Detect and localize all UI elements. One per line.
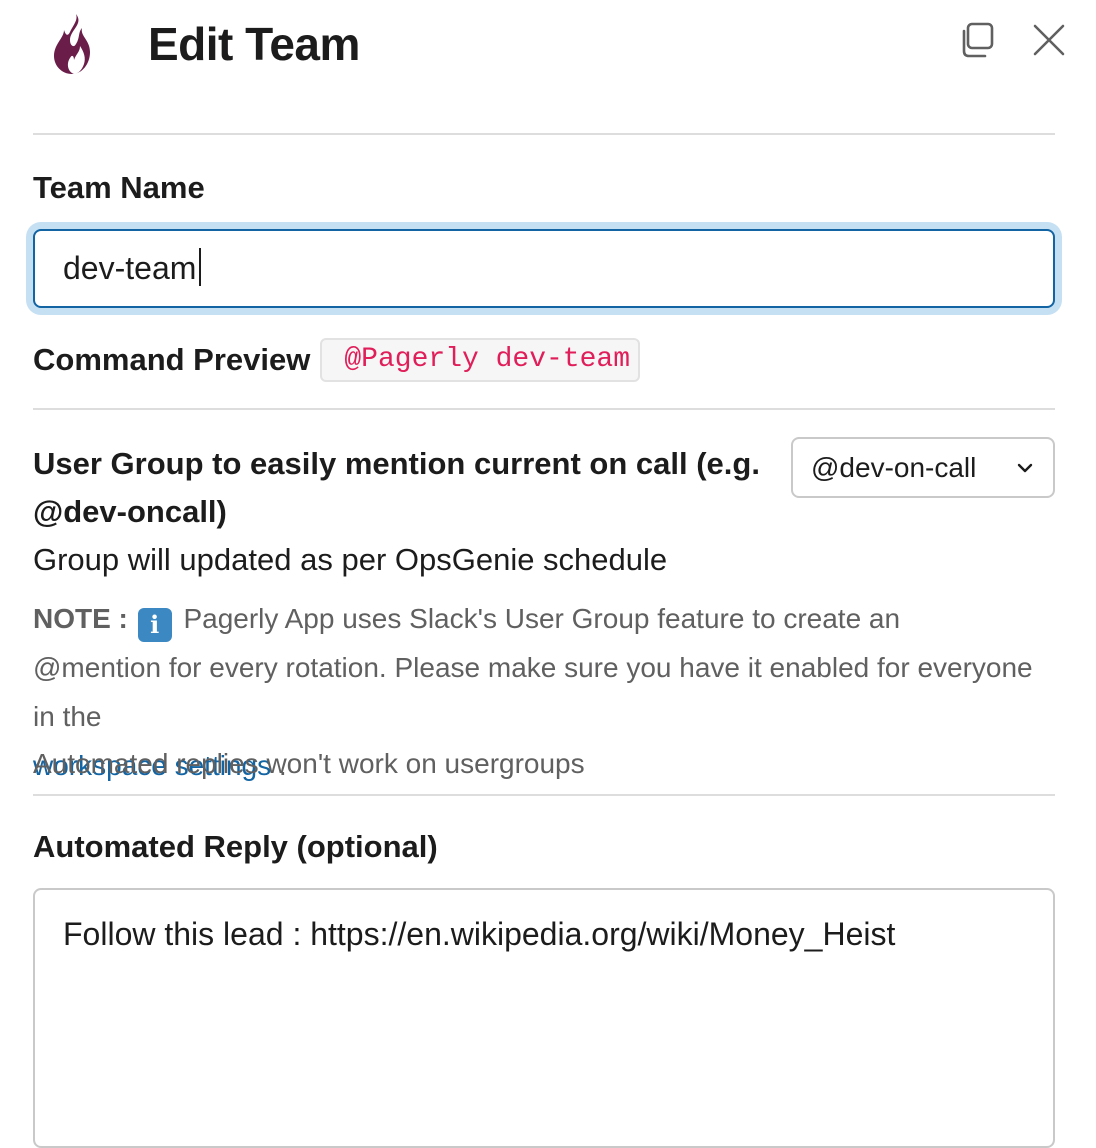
modal-title: Edit Team bbox=[148, 18, 360, 70]
popout-icon bbox=[957, 21, 995, 64]
command-preview-label: Command Preview bbox=[33, 342, 311, 377]
section-divider-2 bbox=[33, 794, 1055, 796]
automated-reply-input[interactable]: Follow this lead : https://en.wikipedia.… bbox=[33, 888, 1055, 1148]
automated-reply-label: Automated Reply (optional) bbox=[33, 829, 438, 864]
team-name-label: Team Name bbox=[33, 170, 205, 205]
flame-icon bbox=[50, 12, 100, 78]
chevron-down-icon bbox=[1015, 458, 1035, 478]
user-group-hint: Group will updated as per OpsGenie sched… bbox=[33, 542, 668, 577]
user-group-select[interactable]: @dev-on-call bbox=[791, 437, 1055, 498]
text-caret bbox=[199, 248, 201, 286]
close-button[interactable] bbox=[1027, 20, 1071, 64]
modal-header: Edit Team bbox=[0, 0, 1096, 100]
command-preview-row: Command Preview @Pagerly dev-team bbox=[33, 338, 641, 382]
note-prefix: NOTE : bbox=[33, 603, 128, 634]
team-name-input[interactable] bbox=[33, 229, 1055, 308]
popout-button[interactable] bbox=[954, 20, 998, 64]
command-preview-code: @Pagerly dev-team bbox=[320, 338, 641, 382]
user-group-selected-value: @dev-on-call bbox=[811, 451, 977, 483]
info-icon: i bbox=[137, 608, 172, 642]
section-divider bbox=[33, 408, 1055, 410]
close-icon bbox=[1032, 23, 1066, 62]
usergroup-footnote: Automated replies won't work on usergrou… bbox=[33, 748, 585, 779]
note-text: Pagerly App uses Slack's User Group feat… bbox=[33, 603, 1033, 732]
user-group-label: User Group to easily mention current on … bbox=[33, 446, 760, 529]
header-divider bbox=[33, 133, 1055, 135]
